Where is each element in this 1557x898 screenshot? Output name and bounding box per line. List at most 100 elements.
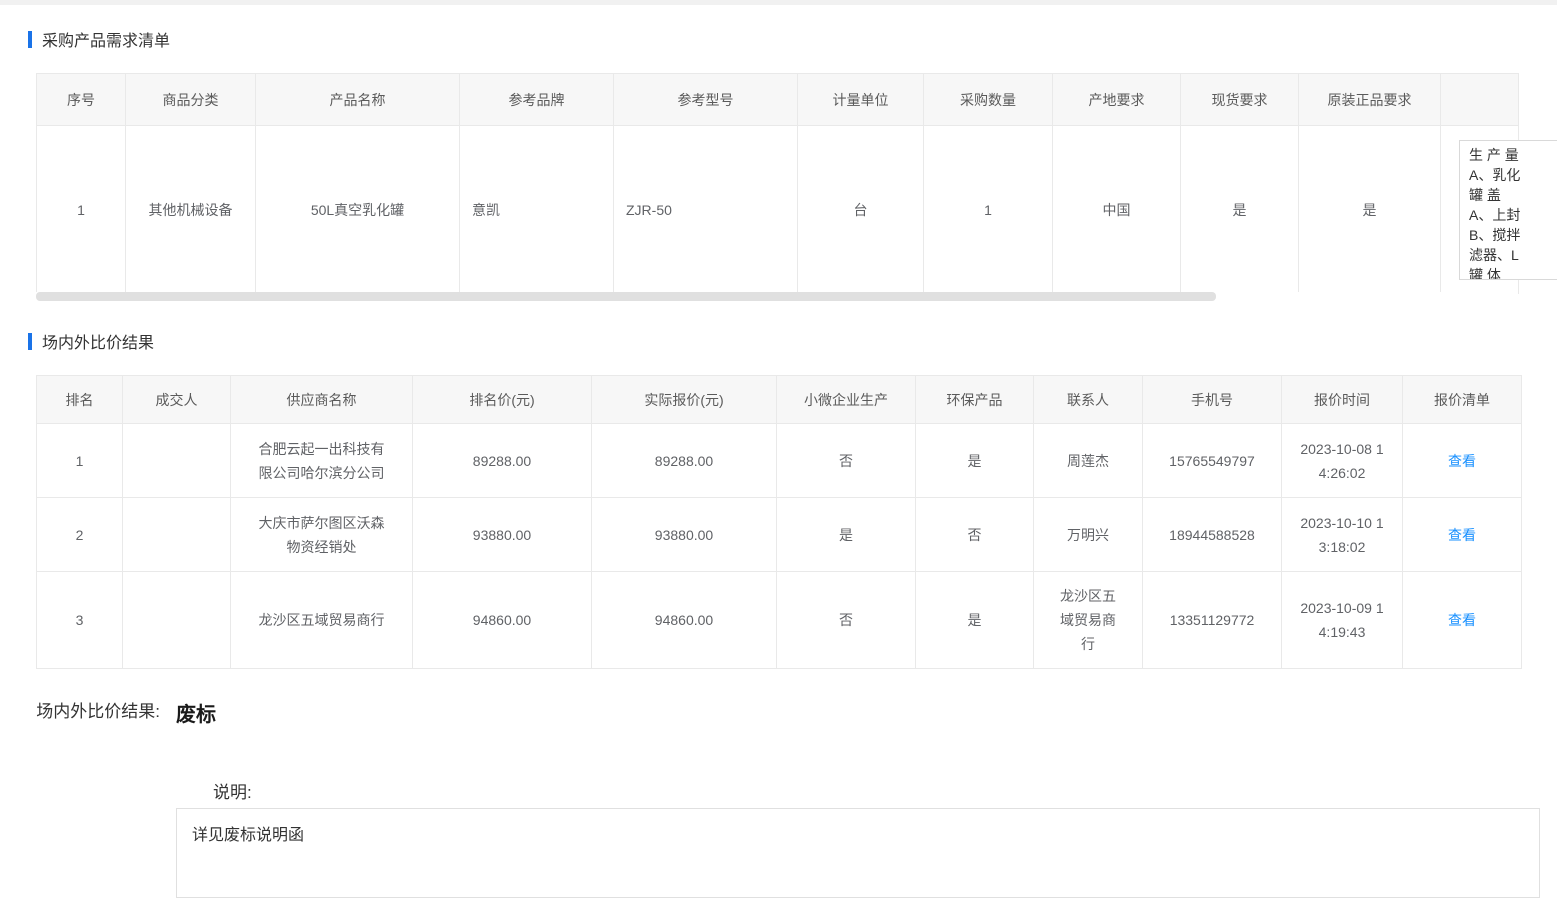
supplier-name: 龙沙区五域贸易商行 [253, 608, 391, 632]
cell-quote-time: 2023-10-09 14:19:43 [1282, 572, 1403, 669]
cell-phone: 13351129772 [1143, 572, 1282, 669]
page-top-strip [0, 0, 1557, 5]
col-header-origin-req: 产地要求 [1053, 74, 1181, 126]
col-header-contact: 联系人 [1034, 376, 1143, 424]
col-header-supplier: 供应商名称 [231, 376, 413, 424]
section-title-compare: 场内外比价结果 [42, 329, 154, 353]
section-header-compare: 场内外比价结果 [28, 329, 154, 353]
col-header-quantity: 采购数量 [924, 74, 1053, 126]
cell-eco: 是 [916, 572, 1034, 669]
cell-genuine-req: 是 [1299, 126, 1441, 294]
col-header-genuine-req: 原装正品要求 [1299, 74, 1441, 126]
cell-ref-brand: 意凯 [460, 126, 614, 294]
cell-contact: 龙沙区五域贸易商行 [1034, 572, 1143, 669]
cell-rank-price: 93880.00 [413, 498, 592, 572]
cell-quote-list: 查看 [1403, 572, 1522, 669]
quote-time: 2023-10-09 14:19:43 [1298, 596, 1386, 644]
product-spec-box: 生 产 量 A、乳化 罐 盖 A、上封 B、搅拌 滤器、L 罐 体 [1459, 140, 1557, 280]
cell-small-micro: 否 [777, 572, 916, 669]
col-header-stock-req: 现货要求 [1181, 74, 1299, 126]
col-header-unit: 计量单位 [798, 74, 924, 126]
cell-phone: 15765549797 [1143, 424, 1282, 498]
demand-table-container: 序号 商品分类 产品名称 参考品牌 参考型号 计量单位 采购数量 产地要求 现货… [36, 73, 1518, 294]
cell-contact: 周莲杰 [1034, 424, 1143, 498]
col-header-category: 商品分类 [126, 74, 256, 126]
demand-header-row: 序号 商品分类 产品名称 参考品牌 参考型号 计量单位 采购数量 产地要求 现货… [37, 74, 1519, 126]
col-header-spec [1441, 74, 1519, 126]
cell-index: 1 [37, 126, 126, 294]
horizontal-scrollbar-thumb[interactable] [36, 292, 1216, 301]
cell-small-micro: 否 [777, 424, 916, 498]
quote-time: 2023-10-08 14:26:02 [1298, 437, 1386, 485]
cell-rank: 1 [37, 424, 123, 498]
compare-table: 排名 成交人 供应商名称 排名价(元) 实际报价(元) 小微企业生产 环保产品 … [36, 375, 1522, 669]
compare-row: 3 龙沙区五域贸易商行 94860.00 94860.00 否 是 龙沙区五域贸… [37, 572, 1522, 669]
cell-quantity: 1 [924, 126, 1053, 294]
result-value: 废标 [176, 698, 216, 727]
cell-supplier: 合肥云起一出科技有限公司哈尔滨分公司 [231, 424, 413, 498]
cell-eco: 是 [916, 424, 1034, 498]
compare-header-row: 排名 成交人 供应商名称 排名价(元) 实际报价(元) 小微企业生产 环保产品 … [37, 376, 1522, 424]
col-header-rank-price: 排名价(元) [413, 376, 592, 424]
col-header-phone: 手机号 [1143, 376, 1282, 424]
cell-quote-time: 2023-10-10 13:18:02 [1282, 498, 1403, 572]
cell-supplier: 龙沙区五域贸易商行 [231, 572, 413, 669]
cell-rank: 2 [37, 498, 123, 572]
cell-ref-model: ZJR-50 [614, 126, 798, 294]
cell-actual-price: 89288.00 [592, 424, 777, 498]
horizontal-scrollbar-track[interactable] [36, 292, 1518, 301]
demand-row: 1 其他机械设备 50L真空乳化罐 意凯 ZJR-50 台 1 中国 是 是 [37, 126, 1519, 294]
section-header-demand: 采购产品需求清单 [28, 27, 170, 51]
cell-category: 其他机械设备 [126, 126, 256, 294]
col-header-eco: 环保产品 [916, 376, 1034, 424]
compare-row: 1 合肥云起一出科技有限公司哈尔滨分公司 89288.00 89288.00 否… [37, 424, 1522, 498]
compare-table-container: 排名 成交人 供应商名称 排名价(元) 实际报价(元) 小微企业生产 环保产品 … [36, 375, 1521, 669]
note-label: 说明: [213, 778, 252, 803]
cell-winner [123, 424, 231, 498]
col-header-ref-brand: 参考品牌 [460, 74, 614, 126]
col-header-actual-price: 实际报价(元) [592, 376, 777, 424]
result-label: 场内外比价结果: [36, 700, 160, 724]
quote-time: 2023-10-10 13:18:02 [1298, 511, 1386, 559]
cell-actual-price: 93880.00 [592, 498, 777, 572]
section-marker-icon [28, 333, 32, 350]
view-quote-link[interactable]: 查看 [1448, 527, 1476, 543]
col-header-index: 序号 [37, 74, 126, 126]
supplier-name: 大庆市萨尔图区沃森物资经销处 [253, 511, 391, 559]
col-header-winner: 成交人 [123, 376, 231, 424]
cell-supplier: 大庆市萨尔图区沃森物资经销处 [231, 498, 413, 572]
col-header-quote-time: 报价时间 [1282, 376, 1403, 424]
cell-contact: 万明兴 [1034, 498, 1143, 572]
cell-winner [123, 498, 231, 572]
cell-product-name: 50L真空乳化罐 [256, 126, 460, 294]
contact-name: 龙沙区五域贸易商行 [1056, 584, 1120, 656]
section-marker-icon [28, 31, 32, 48]
cell-eco: 否 [916, 498, 1034, 572]
cell-quote-list: 查看 [1403, 498, 1522, 572]
note-box: 详见废标说明函 [176, 808, 1540, 898]
cell-rank: 3 [37, 572, 123, 669]
cell-origin-req: 中国 [1053, 126, 1181, 294]
cell-phone: 18944588528 [1143, 498, 1282, 572]
cell-winner [123, 572, 231, 669]
cell-small-micro: 是 [777, 498, 916, 572]
col-header-quote-list: 报价清单 [1403, 376, 1522, 424]
cell-actual-price: 94860.00 [592, 572, 777, 669]
col-header-small-micro: 小微企业生产 [777, 376, 916, 424]
view-quote-link[interactable]: 查看 [1448, 453, 1476, 469]
cell-unit: 台 [798, 126, 924, 294]
cell-rank-price: 94860.00 [413, 572, 592, 669]
supplier-name: 合肥云起一出科技有限公司哈尔滨分公司 [253, 437, 391, 485]
col-header-product-name: 产品名称 [256, 74, 460, 126]
cell-stock-req: 是 [1181, 126, 1299, 294]
compare-row: 2 大庆市萨尔图区沃森物资经销处 93880.00 93880.00 是 否 万… [37, 498, 1522, 572]
cell-quote-list: 查看 [1403, 424, 1522, 498]
col-header-rank: 排名 [37, 376, 123, 424]
section-title-demand: 采购产品需求清单 [42, 27, 170, 51]
demand-table: 序号 商品分类 产品名称 参考品牌 参考型号 计量单位 采购数量 产地要求 现货… [36, 73, 1519, 294]
col-header-ref-model: 参考型号 [614, 74, 798, 126]
view-quote-link[interactable]: 查看 [1448, 612, 1476, 628]
cell-rank-price: 89288.00 [413, 424, 592, 498]
cell-quote-time: 2023-10-08 14:26:02 [1282, 424, 1403, 498]
comparison-result-form: 场内外比价结果: 废标 说明: 详见废标说明函 [0, 668, 1557, 848]
